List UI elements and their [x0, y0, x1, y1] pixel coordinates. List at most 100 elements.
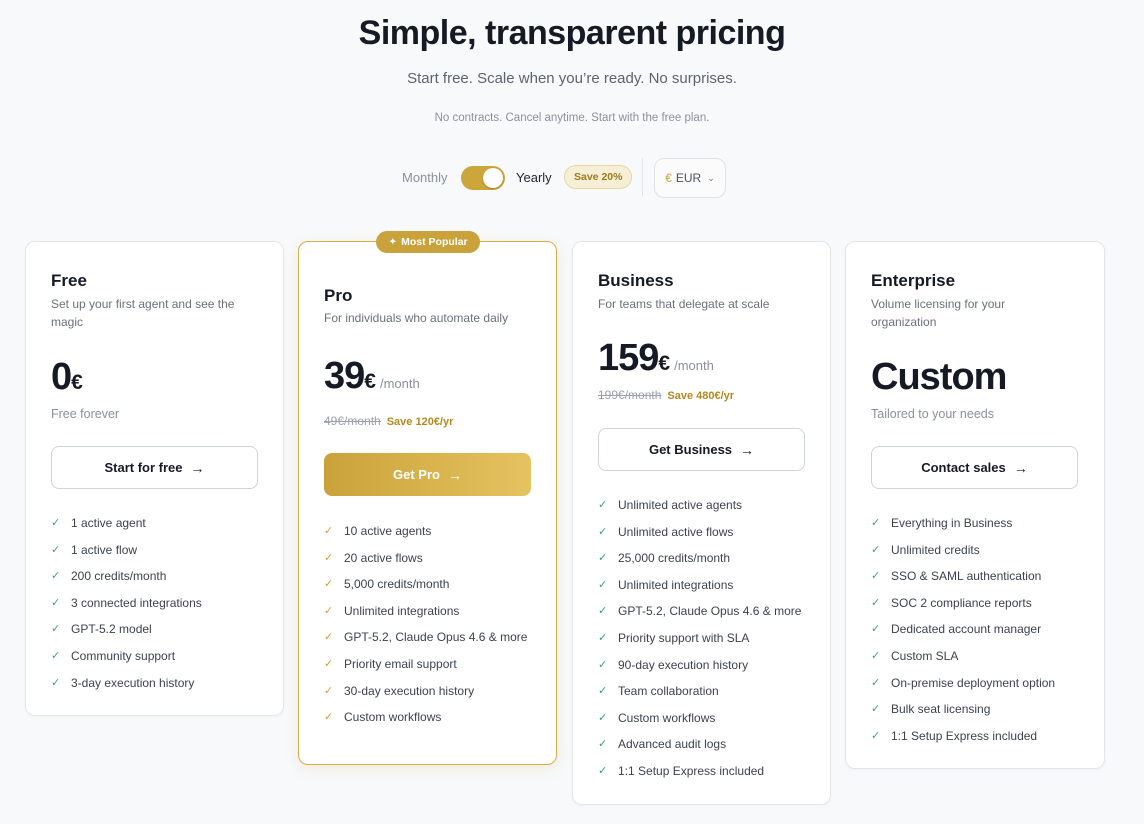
plan-card-free: Free Set up your first agent and see the…: [25, 241, 284, 716]
feature-item: ✓ Unlimited integrations: [324, 602, 527, 629]
feature-text: GPT-5.2 model: [71, 622, 152, 637]
check-icon: ✓: [871, 703, 881, 716]
feature-item: ✓ 1:1 Setup Express included: [598, 762, 801, 789]
check-icon: ✓: [598, 631, 608, 644]
plan-price: 0€: [51, 356, 83, 399]
feature-item: ✓ 3 connected integrations: [51, 594, 202, 621]
feature-list: ✓ 1 active agent ✓ 1 active flow ✓ 200 cred…: [51, 514, 202, 700]
toggle-knob: [483, 168, 503, 188]
check-icon: ✓: [598, 685, 608, 698]
start-for-free-button[interactable]: Start for free →: [51, 446, 258, 489]
arrow-right-icon: →: [447, 466, 462, 483]
feature-item: ✓ Unlimited credits: [871, 541, 1055, 568]
feature-item: ✓ 30-day execution history: [324, 682, 527, 709]
billing-period-toggle[interactable]: [461, 166, 505, 190]
plan-name: Pro: [324, 286, 353, 305]
check-icon: ✓: [871, 623, 881, 636]
check-icon: ✓: [51, 570, 61, 583]
plan-name: Free: [51, 271, 87, 290]
feature-text: GPT-5.2, Claude Opus 4.6 & more: [618, 604, 802, 619]
check-icon: ✓: [324, 711, 334, 724]
feature-item: ✓ 10 active agents: [324, 522, 527, 549]
price-note: Free forever: [51, 407, 120, 421]
feature-text: Custom workflows: [344, 710, 442, 725]
check-icon: ✓: [871, 729, 881, 742]
feature-text: 3-day execution history: [71, 675, 195, 690]
feature-list: ✓ Unlimited active agents ✓ Unlimited acti…: [598, 496, 801, 789]
check-icon: ✓: [51, 649, 61, 662]
feature-text: 90-day execution history: [618, 657, 749, 672]
check-icon: ✓: [324, 657, 334, 670]
plan-card-enterprise: Enterprise Volume licensing for your org…: [845, 241, 1105, 769]
plan-price: 39€/month: [324, 355, 420, 398]
price-period: /month: [379, 376, 420, 391]
feature-text: Custom workflows: [618, 710, 716, 725]
feature-item: ✓ Unlimited active flows: [598, 523, 801, 550]
check-icon: ✓: [51, 596, 61, 609]
check-icon: ✓: [871, 570, 881, 583]
page-subtitle: Start free. Scale when you’re ready. No …: [407, 70, 737, 87]
most-popular-badge: ✦ Most Popular: [376, 231, 480, 253]
feature-list: ✓ Everything in Business ✓ Unlimited credi…: [871, 514, 1055, 753]
plan-name: Enterprise: [871, 271, 956, 290]
old-price-value: 199€/month: [598, 388, 662, 402]
feature-item: ✓ Priority support with SLA: [598, 629, 801, 656]
check-icon: ✓: [871, 543, 881, 556]
feature-text: 200 credits/month: [71, 569, 167, 584]
feature-text: SSO & SAML authentication: [891, 569, 1042, 584]
feature-text: Community support: [71, 648, 176, 663]
yearly-saving: Save 120€/yr: [386, 416, 454, 428]
feature-item: ✓ 5,000 credits/month: [324, 575, 527, 602]
feature-text: Unlimited credits: [891, 542, 980, 557]
save-badge: Save 20%: [564, 165, 633, 189]
check-icon: ✓: [51, 517, 61, 529]
feature-item: ✓ SOC 2 compliance reports: [871, 594, 1055, 621]
feature-item: ✓ On-premise deployment option: [871, 674, 1055, 701]
currency-select[interactable]: € EUR ⌄: [654, 158, 726, 198]
get-business-button[interactable]: Get Business →: [598, 428, 805, 471]
billing-controls: Monthly Yearly Save 20% € EUR ⌄: [0, 158, 1144, 198]
feature-text: Custom SLA: [891, 648, 959, 663]
plan-price: Custom: [871, 356, 1007, 398]
yearly-label[interactable]: Yearly: [516, 170, 552, 185]
feature-text: 3 connected integrations: [71, 595, 202, 610]
check-icon: ✓: [871, 649, 881, 662]
divider: [642, 158, 643, 196]
feature-item: ✓ 25,000 credits/month: [598, 549, 801, 576]
old-price-value: 49€/month: [324, 414, 381, 428]
feature-item: ✓ Custom workflows: [324, 708, 527, 735]
check-icon: ✓: [598, 658, 608, 671]
check-icon: ✓: [598, 605, 608, 618]
old-price: 199€/month Save 480€/yr: [598, 388, 734, 402]
check-icon: ✓: [51, 676, 61, 689]
price-period: /month: [674, 358, 714, 373]
currency-symbol: €: [665, 171, 672, 185]
plan-description: Set up your first agent and see the magi…: [51, 297, 235, 329]
monthly-label[interactable]: Monthly: [402, 170, 448, 185]
check-icon: ✓: [51, 543, 61, 556]
feature-item: ✓ Priority email support: [324, 655, 527, 682]
feature-text: Bulk seat licensing: [891, 702, 991, 717]
badge-label: Most Popular: [401, 236, 468, 248]
feature-item: ✓ Unlimited integrations: [598, 576, 801, 603]
arrow-right-icon: →: [190, 459, 205, 476]
page-note: No contracts. Cancel anytime. Start with…: [434, 112, 710, 124]
contact-sales-button[interactable]: Contact sales →: [871, 446, 1078, 489]
yearly-saving: Save 480€/yr: [667, 390, 735, 402]
feature-text: 5,000 credits/month: [344, 577, 450, 592]
feature-text: 1:1 Setup Express included: [618, 763, 765, 778]
feature-item: ✓ 20 active flows: [324, 549, 527, 576]
page-title: Simple, transparent pricing: [358, 14, 786, 52]
check-icon: ✓: [598, 525, 608, 538]
plan-price: 159€/month: [598, 337, 714, 380]
feature-item: ✓ Dedicated account manager: [871, 620, 1055, 647]
check-icon: ✓: [324, 578, 334, 591]
check-icon: ✓: [324, 525, 334, 537]
button-label: Start for free: [104, 460, 183, 475]
feature-text: 1 active flow: [71, 542, 138, 557]
feature-text: SOC 2 compliance reports: [891, 595, 1032, 610]
feature-item: ✓ Advanced audit logs: [598, 735, 801, 762]
get-pro-button[interactable]: Get Pro →: [324, 453, 531, 496]
feature-text: Unlimited integrations: [344, 603, 460, 618]
feature-item: ✓ Unlimited active agents: [598, 496, 801, 523]
